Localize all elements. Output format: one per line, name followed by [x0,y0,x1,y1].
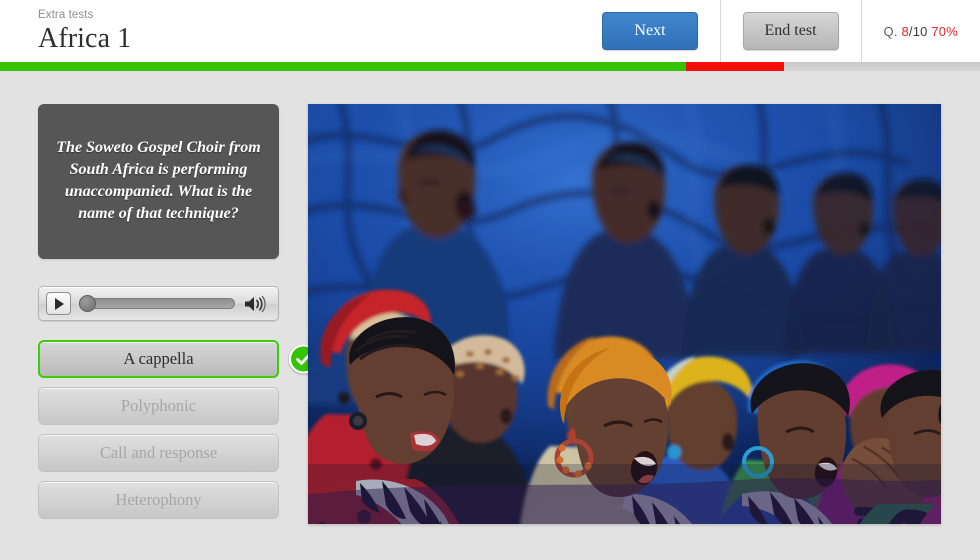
progress-correct-segment [0,62,686,71]
question-card: The Soweto Gospel Choir from South Afric… [38,104,279,259]
choir-photo [308,104,941,524]
progress-incorrect-segment [686,62,784,71]
breadcrumb-category: Extra tests [38,8,94,21]
score-total: /10 [908,23,928,39]
progress-remaining-segment [784,62,980,71]
play-icon [55,297,64,310]
breadcrumb: Extra tests Africa 1 [0,9,131,54]
question-panel: The Soweto Gospel Choir from South Afric… [38,104,318,528]
answer-option-1[interactable]: Polyphonic [38,387,279,425]
test-progress-bar [0,62,980,71]
answer-option-0[interactable]: A cappella [38,340,318,378]
answer-option-2[interactable]: Call and response [38,434,279,472]
answer-option-label: Polyphonic [120,396,197,415]
score-indicator: Q. 8/10 70% [884,24,958,39]
main-content: The Soweto Gospel Choir from South Afric… [0,71,980,560]
question-media-image [308,104,941,524]
play-button[interactable] [46,292,71,315]
audio-player[interactable] [38,286,279,321]
audio-seek-track [79,298,235,309]
header-actions: Next End test Q. 8/10 70% [580,0,980,62]
answer-option-label: A cappella [123,349,194,368]
question-text: The Soweto Gospel Choir from South Afric… [56,138,261,222]
volume-icon[interactable] [243,294,269,314]
end-test-button[interactable]: End test [742,12,839,50]
answer-option-label: Heterophony [115,490,202,509]
score-percent: 70% [931,23,958,39]
score-q-label: Q. [883,23,898,39]
score-current: 8 [901,23,909,39]
next-button-cell: Next [580,0,719,62]
app-header: Extra tests Africa 1 Next End test Q. 8/… [0,0,980,62]
audio-seek-slider[interactable] [79,292,235,315]
answer-option-label: Call and response [99,443,218,462]
score-cell: Q. 8/10 70% [860,0,980,62]
end-test-button-cell: End test [719,0,861,62]
next-button[interactable]: Next [602,12,698,50]
answer-options: A cappella Polyphonic Call and response … [38,340,318,519]
answer-option-3[interactable]: Heterophony [38,481,279,519]
audio-seek-handle[interactable] [79,295,96,312]
page-title: Africa 1 [38,22,132,54]
